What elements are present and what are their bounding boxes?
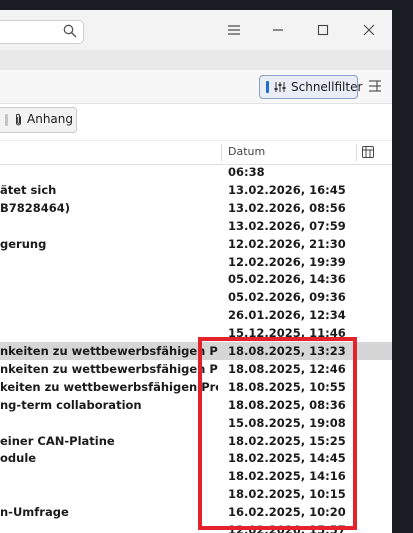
- message-list: 06:38 ätet sich 13.02.2026, 16:45 B7828464)…: [0, 163, 392, 533]
- message-date: 12.02.2026, 19:39: [228, 254, 346, 269]
- message-row[interactable]: n-Umfrage 16.02.2025, 10:20: [0, 503, 392, 521]
- message-subject: [0, 165, 218, 180]
- message-subject: nkeiten zu wettbewerbsfähigen Preise...: [0, 344, 218, 358]
- message-row[interactable]: 12.02.2026, 19:39: [0, 253, 392, 271]
- message-subject: [0, 255, 218, 270]
- message-subject: einer CAN-Platine: [0, 433, 115, 448]
- message-row[interactable]: 05.02.2026, 14:36: [0, 270, 392, 288]
- message-subject: [0, 326, 218, 341]
- message-row[interactable]: 05.02.2026, 09:36: [0, 288, 392, 306]
- message-row[interactable]: odule 18.02.2025, 14:45: [0, 449, 392, 467]
- message-date: 18.02.2025, 10:15: [228, 487, 346, 502]
- message-row[interactable]: ng-term collaboration 18.08.2025, 08:36: [0, 396, 392, 414]
- message-row[interactable]: 18.02.2025, 14:16: [0, 467, 392, 485]
- toolbar-strip: [0, 50, 392, 70]
- message-row[interactable]: nkeiten zu wettbewerbsfähigen Preise... 1…: [0, 360, 392, 378]
- message-date: 18.02.2025, 14:16: [228, 469, 346, 484]
- message-date: 15.08.2025, 19:08: [228, 415, 346, 430]
- message-subject: [0, 290, 218, 305]
- message-date: 18.08.2025, 08:36: [228, 397, 346, 412]
- filter-bar: Schnellfilter: [0, 70, 392, 104]
- message-row[interactable]: 18.02.2025, 10:15: [0, 485, 392, 503]
- message-date: 18.08.2025, 13:23: [228, 344, 346, 358]
- message-row[interactable]: 12.02.2026, 15:57: [0, 521, 392, 533]
- quick-filter-tag-row: Anhang: [0, 104, 392, 141]
- message-date: 13.02.2026, 07:59: [228, 218, 346, 233]
- attachment-label: Anhang: [27, 112, 73, 126]
- message-row[interactable]: B7828464) 13.02.2026, 08:56: [0, 199, 392, 217]
- message-row[interactable]: 06:38: [0, 163, 392, 181]
- quick-filter-button[interactable]: Schnellfilter: [259, 75, 362, 99]
- message-date: 12.02.2026, 15:57: [228, 523, 346, 533]
- button-divider: [5, 114, 8, 126]
- search-input[interactable]: [0, 20, 84, 44]
- message-date: 05.02.2026, 14:36: [228, 272, 346, 287]
- close-icon[interactable]: [361, 22, 377, 38]
- quick-filter-indicator: [266, 81, 269, 93]
- message-row[interactable]: 15.08.2025, 19:08: [0, 414, 392, 432]
- message-subject: [0, 308, 218, 323]
- message-row[interactable]: 26.01.2026, 12:34: [0, 306, 392, 324]
- message-date: 12.02.2026, 21:30: [228, 236, 346, 251]
- paperclip-icon: [16, 113, 21, 126]
- message-row[interactable]: nkeiten zu wettbewerbsfähigen Preise... 1…: [0, 342, 392, 360]
- message-subject: odule: [0, 451, 37, 466]
- message-subject: [0, 219, 218, 234]
- message-date: 16.02.2025, 10:20: [228, 505, 346, 520]
- message-date: 06:38: [228, 165, 265, 179]
- message-date: 05.02.2026, 09:36: [228, 290, 346, 305]
- message-subject: nkeiten zu wettbewerbsfähigen Preise...: [0, 361, 218, 376]
- message-subject: keiten zu wettbewerbsfähigen Preisen -..…: [0, 379, 218, 394]
- mail-window: Schnellfilter Anhang Datum 06:38ätet si: [0, 10, 392, 533]
- message-subject: [0, 272, 218, 287]
- column-separator[interactable]: [356, 144, 357, 161]
- layout-icon[interactable]: [368, 79, 382, 93]
- column-header: Datum: [0, 141, 392, 165]
- column-separator[interactable]: [221, 144, 222, 161]
- message-date: 18.02.2025, 14:45: [228, 451, 346, 466]
- title-bar: [0, 10, 392, 50]
- date-column-header[interactable]: Datum: [228, 145, 265, 158]
- message-subject: [0, 523, 218, 533]
- message-row[interactable]: gerung 12.02.2026, 21:30: [0, 235, 392, 253]
- quick-filter-label: Schnellfilter: [291, 80, 363, 94]
- message-subject: [0, 416, 218, 431]
- message-date: 18.02.2025, 15:25: [228, 433, 346, 448]
- message-subject: [0, 469, 218, 484]
- desktop-background: [392, 0, 413, 533]
- message-subject: B7828464): [0, 200, 71, 215]
- message-row[interactable]: keiten zu wettbewerbsfähigen Preisen -..…: [0, 378, 392, 396]
- message-subject: n-Umfrage: [0, 505, 69, 520]
- minimize-icon[interactable]: [270, 22, 286, 38]
- message-date: 13.02.2026, 08:56: [228, 200, 346, 215]
- message-row[interactable]: einer CAN-Platine 18.02.2025, 15:25: [0, 432, 392, 450]
- message-subject: gerung: [0, 236, 47, 251]
- attachment-filter-button[interactable]: Anhang: [0, 107, 77, 133]
- filter-sliders-icon: [274, 82, 286, 92]
- message-subject: [0, 487, 218, 502]
- search-icon[interactable]: [63, 24, 77, 38]
- message-row[interactable]: 13.02.2026, 07:59: [0, 217, 392, 235]
- message-date: 18.08.2025, 10:55: [228, 379, 346, 394]
- message-row[interactable]: ätet sich 13.02.2026, 16:45: [0, 181, 392, 199]
- message-subject: ätet sich: [0, 182, 57, 197]
- hamburger-icon[interactable]: [226, 22, 242, 38]
- message-date: 18.08.2025, 12:46: [228, 361, 346, 376]
- message-row[interactable]: 15.12.2025, 11:46: [0, 324, 392, 342]
- maximize-icon[interactable]: [315, 22, 331, 38]
- column-picker-icon[interactable]: [362, 146, 374, 158]
- message-date: 26.01.2026, 12:34: [228, 308, 346, 323]
- message-date: 13.02.2026, 16:45: [228, 182, 346, 197]
- message-date: 15.12.2025, 11:46: [228, 326, 346, 341]
- message-subject: ng-term collaboration: [0, 397, 142, 412]
